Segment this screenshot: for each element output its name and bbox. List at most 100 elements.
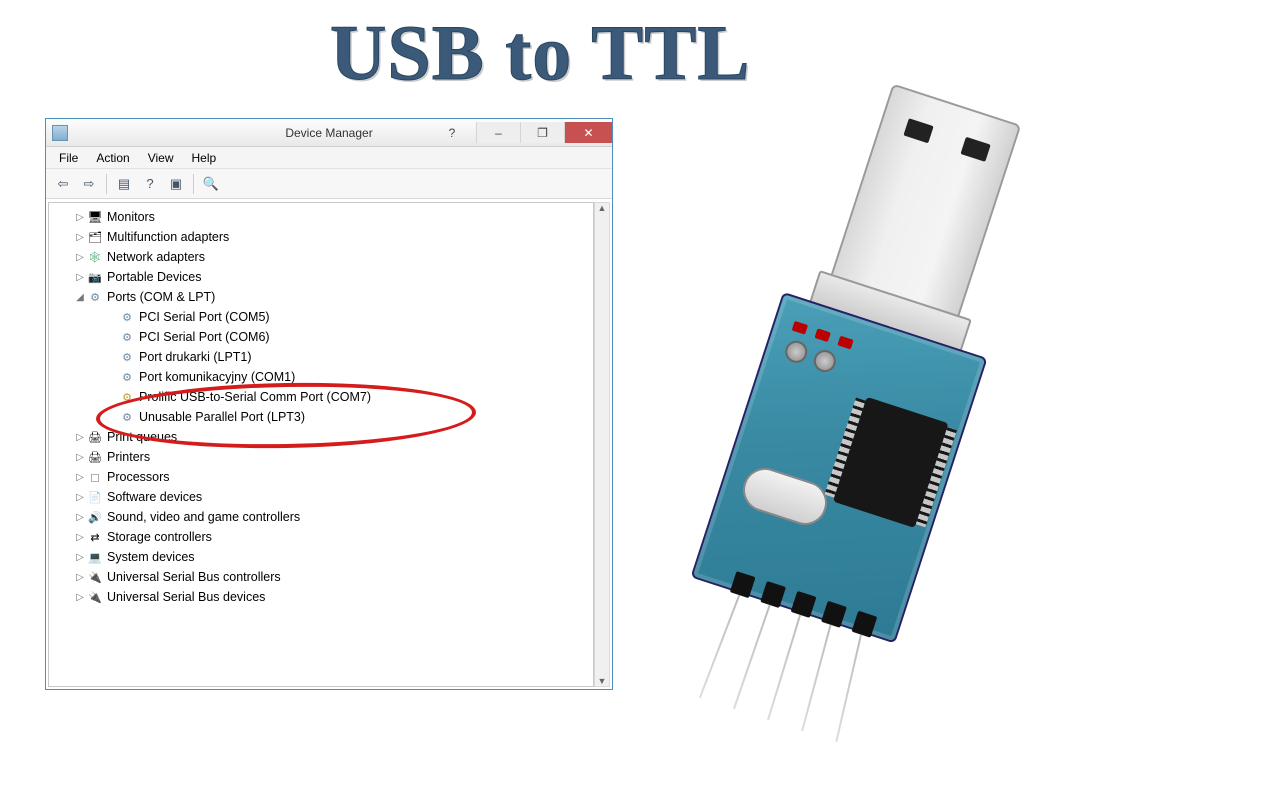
tree-item-label: Ports (COM & LPT)	[107, 290, 215, 304]
led-indicator	[837, 336, 853, 350]
printer-icon	[87, 449, 103, 465]
port-icon	[119, 409, 135, 425]
expander-icon[interactable]: ▷	[73, 432, 87, 443]
properties-icon[interactable]: ▣	[165, 173, 187, 195]
tree-item[interactable]: ▷Print queues	[49, 427, 593, 447]
tree-item-label: Port drukarki (LPT1)	[139, 350, 252, 364]
tree-item[interactable]: ▷Printers	[49, 447, 593, 467]
tree-item-label: Prolific USB-to-Serial Comm Port (COM7)	[139, 390, 371, 404]
expander-icon[interactable]: ▷	[73, 512, 87, 523]
menubar: File Action View Help	[46, 147, 612, 169]
tree-item[interactable]: PCI Serial Port (COM6)	[49, 327, 593, 347]
printq-icon	[87, 429, 103, 445]
tree-item[interactable]: ◢ Ports (COM & LPT)	[49, 287, 593, 307]
expander-icon[interactable]: ▷	[73, 472, 87, 483]
forward-icon[interactable]: ⇨	[78, 173, 100, 195]
tree-item-label: Universal Serial Bus controllers	[107, 570, 281, 584]
expander-icon[interactable]: ▷	[73, 452, 87, 463]
menu-file[interactable]: File	[50, 151, 87, 165]
device-tree[interactable]: ▷ Monitors ▷ Multifunction adapters ▷ Network…	[48, 202, 594, 687]
vertical-scrollbar[interactable]: ▲ ▼	[594, 202, 610, 687]
port-icon	[119, 329, 135, 345]
tree-item[interactable]: ▷ System devices	[49, 547, 593, 567]
content-area: ▷ Monitors ▷ Multifunction adapters ▷ Network…	[46, 199, 612, 689]
port-icon	[119, 349, 135, 365]
expander-icon[interactable]: ▷	[73, 532, 87, 543]
expander-icon[interactable]: ▷	[73, 272, 87, 283]
tree-item-label: Sound, video and game controllers	[107, 510, 300, 524]
tree-item[interactable]: ▷ Monitors	[49, 207, 593, 227]
tree-item[interactable]: ▷ Universal Serial Bus controllers	[49, 567, 593, 587]
tree-item[interactable]: Unusable Parallel Port (LPT3)	[49, 407, 593, 427]
show-hidden-icon[interactable]: ▤	[113, 173, 135, 195]
tree-item[interactable]: ▷ Network adapters	[49, 247, 593, 267]
tree-item-label: Portable Devices	[107, 270, 202, 284]
tree-item[interactable]: PCI Serial Port (COM5)	[49, 307, 593, 327]
tree-item-label: Monitors	[107, 210, 155, 224]
expander-icon[interactable]: ▷	[73, 572, 87, 583]
menu-view[interactable]: View	[139, 151, 183, 165]
tree-item-label: Multifunction adapters	[107, 230, 229, 244]
tree-item[interactable]: ▷Storage controllers	[49, 527, 593, 547]
toolbar-separator	[106, 174, 107, 194]
expander-icon[interactable]: ▷	[73, 212, 87, 223]
scroll-up-icon[interactable]: ▲	[598, 203, 607, 213]
expander-icon[interactable]: ▷	[73, 592, 87, 603]
tree-item[interactable]: ▷Software devices	[49, 487, 593, 507]
expander-icon[interactable]: ▷	[73, 252, 87, 263]
titlebar[interactable]: Device Manager ? – ❐ ✕	[46, 119, 612, 147]
tree-item[interactable]: ▷ Portable Devices	[49, 267, 593, 287]
back-icon[interactable]: ⇦	[52, 173, 74, 195]
capacitor	[782, 338, 810, 366]
usb-opening	[960, 137, 990, 162]
menu-help[interactable]: Help	[183, 151, 226, 165]
tree-item[interactable]: ▷ Universal Serial Bus devices	[49, 587, 593, 607]
help-icon[interactable]: ?	[139, 173, 161, 195]
tree-item[interactable]: ▷ Processors	[49, 467, 593, 487]
tree-item-label: Universal Serial Bus devices	[107, 590, 265, 604]
toolbar: ⇦ ⇨ ▤ ? ▣ 🔍	[46, 169, 612, 199]
port-icon	[87, 289, 103, 305]
tree-item[interactable]: Port komunikacyjny (COM1)	[49, 367, 593, 387]
tree-item[interactable]: ▷ Multifunction adapters	[49, 227, 593, 247]
expander-icon[interactable]: ◢	[73, 292, 87, 303]
tree-item-label: Port komunikacyjny (COM1)	[139, 370, 295, 384]
header-pin	[730, 571, 756, 598]
header-pin	[760, 581, 786, 608]
port-icon	[119, 309, 135, 325]
maximize-button[interactable]: ❐	[520, 122, 564, 143]
expander-icon[interactable]: ▷	[73, 552, 87, 563]
scan-icon[interactable]: 🔍	[200, 173, 222, 195]
menu-action[interactable]: Action	[87, 151, 138, 165]
usb-icon	[87, 569, 103, 585]
monitor-icon	[87, 209, 103, 225]
tree-item[interactable]: Prolific USB-to-Serial Comm Port (COM7)	[49, 387, 593, 407]
pcb-board	[690, 292, 987, 644]
tree-item[interactable]: ▷ Sound, video and game controllers	[49, 507, 593, 527]
port-warn-icon	[119, 389, 135, 405]
tree-item-label: System devices	[107, 550, 195, 564]
led-indicator	[792, 321, 808, 335]
minimize-button[interactable]: –	[476, 122, 520, 143]
tree-item-label: Network adapters	[107, 250, 205, 264]
net-icon	[87, 249, 103, 265]
tree-item-label: PCI Serial Port (COM6)	[139, 330, 270, 344]
header-pin	[821, 601, 847, 628]
usb-ttl-adapter-image	[587, 43, 1197, 743]
tree-item-label: Processors	[107, 470, 170, 484]
expander-icon[interactable]: ▷	[73, 492, 87, 503]
toolbar-separator	[193, 174, 194, 194]
usb-icon	[87, 589, 103, 605]
led-indicator	[814, 328, 830, 342]
expander-icon[interactable]: ▷	[73, 232, 87, 243]
storage-icon	[87, 529, 103, 545]
window-help-button[interactable]: ?	[436, 122, 468, 143]
cpu-icon	[87, 469, 103, 485]
close-button[interactable]: ✕	[564, 122, 612, 143]
tree-item-label: PCI Serial Port (COM5)	[139, 310, 270, 324]
port-icon	[119, 369, 135, 385]
tree-item[interactable]: Port drukarki (LPT1)	[49, 347, 593, 367]
scroll-down-icon[interactable]: ▼	[598, 676, 607, 686]
capacitor	[811, 347, 839, 375]
pin-header	[730, 571, 878, 638]
